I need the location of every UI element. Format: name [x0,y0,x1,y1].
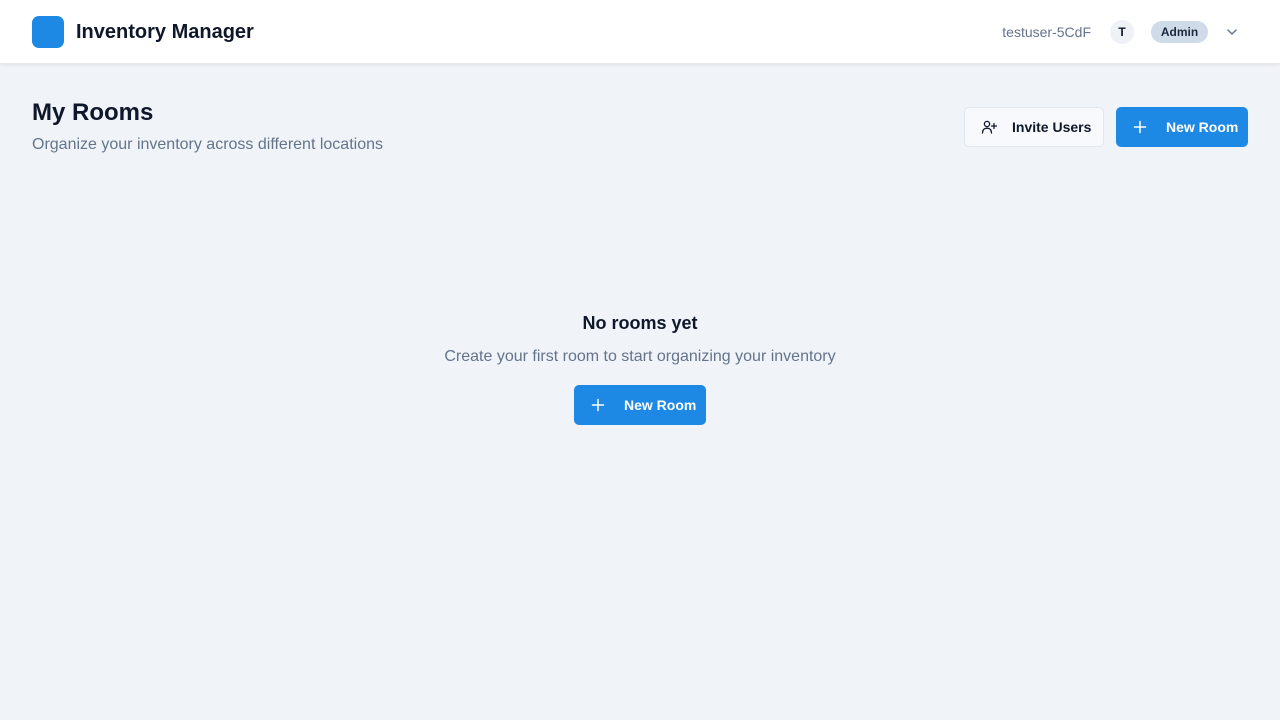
empty-state-title: No rooms yet [582,313,698,333]
page-subtitle: Organize your inventory across different… [32,136,383,153]
invite-users-label: Invite Users [1012,119,1092,135]
new-room-label: New Room [1166,119,1239,135]
new-room-button[interactable]: New Room [1116,107,1248,147]
role-badge: Admin [1151,21,1208,43]
empty-state-new-room-label: New Room [624,397,697,413]
invite-users-button[interactable]: Invite Users [964,107,1104,147]
app-title: Inventory Manager [76,21,254,43]
username: testuser-5CdF [1002,24,1091,40]
page-title: My Rooms [32,99,154,126]
top-navigation-bar: Inventory Manager testuser-5CdF T Admin [0,0,1280,64]
plus-icon [590,397,606,413]
avatar: T [1110,20,1134,44]
chevron-down-icon[interactable] [1222,22,1242,42]
user-plus-icon [981,119,997,135]
empty-state-description: Create your first room to start organizi… [444,348,836,365]
empty-state-new-room-button[interactable]: New Room [574,385,706,425]
app-logo-icon [32,16,64,48]
plus-icon [1132,119,1148,135]
